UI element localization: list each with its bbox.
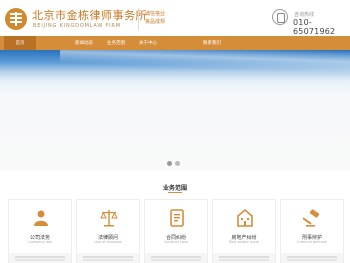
card-excerpt — [145, 253, 207, 263]
scales-icon — [99, 208, 119, 228]
hotline-number[interactable]: 010-65071962 — [293, 18, 350, 36]
card-subtitle: Real estate issue — [229, 240, 259, 244]
page: 北京市金栋律师事务所 BEIJING KINGDOMLAW FIRM 诚信恪业 … — [0, 0, 350, 263]
card-excerpt — [281, 253, 343, 263]
card-subtitle: Law of business — [94, 240, 122, 244]
service-card-criminal[interactable]: 刑事辩护 Criminal defense — [280, 199, 344, 263]
card-excerpt — [77, 253, 139, 263]
phone-icon — [272, 9, 288, 25]
card-excerpt — [9, 253, 71, 263]
header-divider — [138, 8, 139, 30]
card-subtitle: Company law — [28, 240, 52, 244]
card-subtitle: Contract case — [163, 240, 189, 244]
carousel-dot-1[interactable] — [167, 161, 172, 166]
people-icon — [31, 208, 51, 228]
service-cards: 公司法务 Company law 法律顾问 Law of business 合同… — [8, 199, 344, 263]
carousel-dot-2[interactable] — [175, 161, 180, 166]
hero-banner[interactable] — [0, 50, 350, 170]
nav-item-home[interactable]: 首页 — [4, 36, 36, 50]
section-underline — [168, 192, 182, 193]
nav-item-6[interactable] — [164, 36, 196, 50]
card-excerpt — [213, 253, 275, 263]
carousel-dots — [167, 161, 180, 166]
nav-item-contact[interactable]: 联系我们 — [196, 36, 228, 50]
service-card-real-estate[interactable]: 房地产纠纷 Real estate issue — [212, 199, 276, 263]
card-subtitle: Criminal defense — [297, 240, 327, 244]
firm-name-en: BEIJING KINGDOMLAW FIRM — [33, 23, 121, 29]
service-card-company-law[interactable]: 公司法务 Company law — [8, 199, 72, 263]
header: 北京市金栋律师事务所 BEIJING KINGDOMLAW FIRM 诚信恪业 … — [0, 0, 350, 36]
service-card-contract[interactable]: 合同纠纷 Contract case — [144, 199, 208, 263]
main-nav: 首页 新闻动态 业务范围 关于中心 联系我们 — [0, 36, 350, 50]
firm-logo-icon[interactable] — [5, 8, 27, 30]
document-icon — [167, 208, 187, 228]
slogan-line-2: 良品成规 — [145, 19, 166, 25]
hotline-label: 咨询热线 — [294, 12, 315, 18]
slogan-line-1: 诚信恪业 — [145, 11, 166, 17]
gavel-icon — [302, 208, 323, 228]
service-card-legal-advisor[interactable]: 法律顾问 Law of business — [76, 199, 140, 263]
banner-light-streak — [59, 50, 350, 74]
building-icon — [235, 208, 255, 228]
nav-item-news[interactable]: 新闻动态 — [68, 36, 100, 50]
firm-name: 北京市金栋律师事务所 — [32, 9, 147, 22]
nav-item-about[interactable]: 关于中心 — [132, 36, 164, 50]
section-title: 业务范围 — [162, 185, 187, 192]
nav-item-2[interactable] — [36, 36, 68, 50]
nav-item-services[interactable]: 业务范围 — [100, 36, 132, 50]
slogan: 诚信恪业 良品成规 — [145, 10, 165, 26]
